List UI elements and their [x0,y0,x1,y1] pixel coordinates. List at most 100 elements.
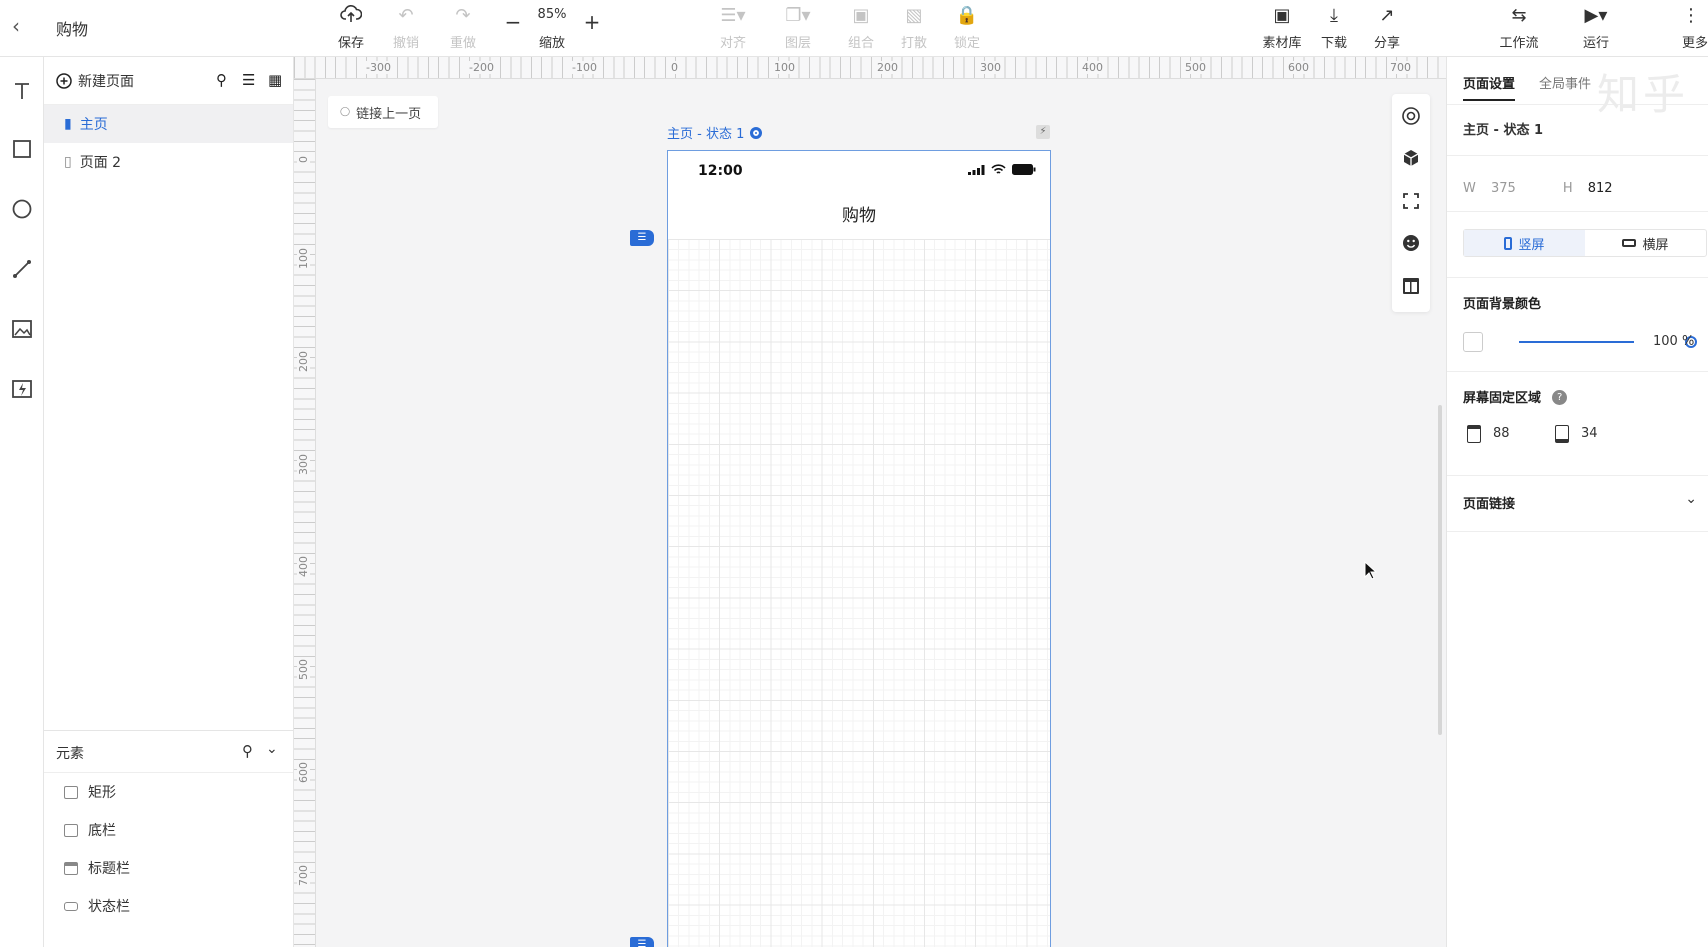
search-icon[interactable]: ⚲ [216,71,227,89]
ruler-tick: 300 [297,452,310,477]
state-title: 主页 - 状态 1 [1463,123,1544,138]
nav-title: 购物 [842,206,876,226]
run-button[interactable]: ▶▾ 运行 [1566,4,1626,51]
height-value[interactable]: 812 [1588,181,1613,196]
redo-button[interactable]: ↷ 重做 [433,4,493,51]
mouse-cursor-icon [1364,561,1378,580]
workflow-icon: ⇆ [1511,5,1527,26]
pages-header: 新建页面 ⚲ ☰ ▦ [44,57,293,105]
lock-button[interactable]: 🔒 锁定 [937,4,997,51]
ruler-tick: 600 [1286,61,1311,74]
bolt-icon[interactable]: ⚡ [1036,125,1050,139]
ungroup-icon: ▧ [905,5,923,26]
page-link-row[interactable]: 页面链接 ⌄ [1463,491,1697,512]
width-value[interactable]: 375 [1491,181,1516,196]
ruler-tick: 400 [297,554,310,579]
circle-tool-icon[interactable] [6,193,38,225]
grid-view-icon[interactable]: ▦ [268,71,282,89]
download-button[interactable]: ⤓ 下载 [1304,4,1364,51]
chevron-down-icon: ⌄ [1685,491,1697,507]
text-tool-icon[interactable] [6,75,38,107]
save-button[interactable]: 保存 [321,4,381,51]
template-layout-icon[interactable] [1399,274,1423,298]
chevron-down-icon[interactable]: ⌄ [266,741,278,757]
element-item-titlebar[interactable]: 标题栏 [44,849,293,887]
portrait-button[interactable]: 竖屏 [1464,230,1585,256]
tab-page-settings[interactable]: 页面设置 [1463,73,1516,101]
page-item-2[interactable]: ▯ 页面 2 [44,143,293,181]
floating-toolbar [1392,94,1430,312]
orientation-toggle: 竖屏 横屏 [1463,229,1707,257]
color-swatch[interactable] [1463,332,1483,352]
ruler-tick: 400 [1080,61,1105,74]
pages-panel: 新建页面 ⚲ ☰ ▦ ▮ 主页 ▯ 页面 2 [44,57,294,730]
layer-button[interactable]: ❐▾ 图层 [768,4,828,51]
ruler-tick: 100 [772,61,797,74]
align-button[interactable]: ☰▾ 对齐 [703,4,763,51]
portrait-phone-icon [1504,236,1513,250]
frame-label[interactable]: 主页 - 状态 1 [667,123,763,142]
ruler-tick: 500 [297,657,310,682]
add-circle-icon [56,73,72,89]
ruler-tick: 100 [297,246,310,271]
component-cube-icon[interactable] [1399,146,1423,170]
page-item-home[interactable]: ▮ 主页 [44,105,293,143]
battery-icon [1012,164,1036,175]
ruler-tick: 500 [1183,61,1208,74]
page-file-icon: ▯ [64,154,72,170]
opacity-slider[interactable] [1519,336,1697,348]
fixed-area-top-marker-icon[interactable]: ☰ [630,230,654,246]
landscape-button[interactable]: 横屏 [1585,230,1706,256]
element-item-rectangle[interactable]: 矩形 [44,773,293,811]
titlebar-icon [64,861,78,875]
app-title: 购物 [56,20,89,39]
help-icon[interactable]: ? [1552,390,1568,405]
workflow-button[interactable]: ⇆ 工作流 [1489,4,1549,51]
link-previous-page-button[interactable]: ◯ 链接上一页 [328,96,438,128]
tab-global-events[interactable]: 全局事件 [1539,73,1591,92]
ruler-tick: -100 [570,61,599,74]
rectangle-tool-icon[interactable] [6,133,38,165]
share-button[interactable]: ↗ 分享 [1357,4,1417,51]
fixed-area-title-row: 屏幕固定区域 ? [1463,387,1568,406]
element-item-bottombar[interactable]: 底栏 [44,811,293,849]
interaction-tool-icon[interactable] [6,373,38,405]
width-label: W [1463,181,1476,196]
line-tool-icon[interactable] [6,253,38,285]
group-button[interactable]: ▣ 组合 [831,4,891,51]
fixed-top-icon [1467,425,1481,443]
landscape-phone-icon [1622,239,1637,247]
ruler-tick: 300 [978,61,1003,74]
bg-color-title: 页面背景颜色 [1463,297,1542,312]
signal-icon [968,164,985,175]
ruler-tick: 200 [297,349,310,374]
vertical-scrollbar[interactable] [1438,405,1442,735]
fit-screen-icon[interactable] [1399,189,1423,213]
horizontal-ruler: -300 -200 -100 0 100 200 300 400 500 600… [294,57,1446,79]
element-item-statusbar[interactable]: 状态栏 [44,887,293,925]
image-library-icon: ▣ [1273,5,1291,26]
assets-button[interactable]: ▣ 素材库 [1252,4,1312,51]
ruler-tick: 200 [875,61,900,74]
more-button[interactable]: ⋮ 更多 [1654,4,1708,51]
phone-frame[interactable]: 12:00 购物 [667,150,1051,947]
fixed-bottom-value[interactable]: 34 [1581,426,1598,441]
fixed-area-bottom-marker-icon[interactable]: ☰ [630,937,654,947]
emoji-icon[interactable] [1399,231,1423,255]
status-bar: 12:00 [668,151,1050,193]
back-arrow-icon[interactable]: ‹ [12,14,20,38]
opacity-value[interactable]: 100 % [1653,334,1694,349]
fixed-top-value[interactable]: 88 [1493,426,1510,441]
zoom-in-button[interactable]: + [582,10,602,34]
lock-icon: 🔒 [955,5,979,26]
new-page-button[interactable]: 新建页面 [56,71,134,91]
share-icon: ↗ [1379,5,1395,26]
image-tool-icon[interactable] [6,313,38,345]
list-view-icon[interactable]: ☰ [242,71,255,89]
settings-badge-icon[interactable] [750,126,763,139]
undo-button[interactable]: ↶ 撤销 [376,4,436,51]
target-icon[interactable] [1399,104,1423,128]
design-canvas[interactable]: -300 -200 -100 0 100 200 300 400 500 600… [294,57,1446,947]
search-icon[interactable]: ⚲ [242,742,253,760]
ungroup-button[interactable]: ▧ 打散 [884,4,944,51]
